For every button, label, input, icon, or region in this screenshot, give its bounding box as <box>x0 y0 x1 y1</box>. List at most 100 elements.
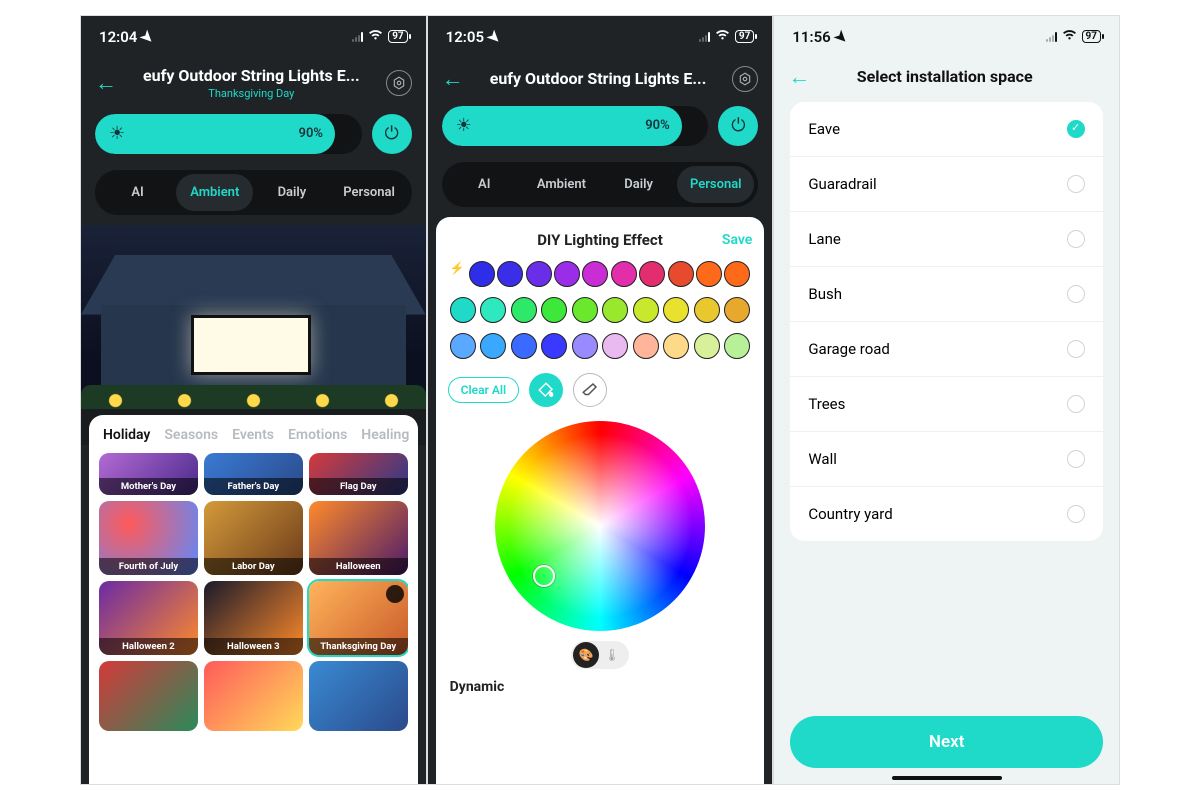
radio-icon <box>1067 340 1085 358</box>
cellular-icon <box>1046 32 1057 42</box>
save-button[interactable]: Save <box>722 232 752 248</box>
clock: 12:05 <box>446 28 484 46</box>
bulb-dot[interactable] <box>497 261 523 287</box>
cat-emotions[interactable]: Emotions <box>288 427 347 443</box>
power-button[interactable]: ⏻ <box>718 106 758 146</box>
bulb-dot[interactable] <box>526 261 552 287</box>
bulb-dot[interactable] <box>724 333 750 359</box>
bolt-icon: ⚡ <box>450 261 465 287</box>
preset-labor-day[interactable]: Labor Day <box>204 501 303 575</box>
bulb-dot[interactable] <box>611 261 637 287</box>
power-button[interactable]: ⏻ <box>372 114 412 154</box>
option-eave[interactable]: Eave <box>790 102 1103 157</box>
tab-personal[interactable]: Personal <box>331 174 408 211</box>
back-button[interactable]: ← <box>442 66 464 92</box>
option-country-yard[interactable]: Country yard <box>790 487 1103 541</box>
cat-holiday[interactable]: Holiday <box>103 427 150 443</box>
bulb-dot[interactable] <box>602 333 628 359</box>
bulb-dot[interactable] <box>582 261 608 287</box>
back-button[interactable]: ← <box>95 70 117 96</box>
settings-button[interactable] <box>732 66 758 92</box>
bulb-dot[interactable] <box>602 297 628 323</box>
bulb-dot[interactable] <box>696 261 722 287</box>
cat-healing[interactable]: Healing <box>361 427 409 443</box>
bulb-dot[interactable] <box>694 297 720 323</box>
brightness-slider[interactable]: ☀ 90% <box>442 106 709 146</box>
brightness-value: 90% <box>299 114 323 154</box>
radio-icon <box>1067 450 1085 468</box>
bulb-dot[interactable] <box>541 333 567 359</box>
back-button[interactable]: ← <box>788 64 810 90</box>
bulb-dot[interactable] <box>480 333 506 359</box>
brightness-slider[interactable]: ☀ 90% <box>95 114 362 154</box>
home-indicator[interactable] <box>892 776 1002 780</box>
tab-ambient[interactable]: Ambient <box>176 174 253 211</box>
color-cursor[interactable] <box>533 565 555 587</box>
bulb-dot[interactable] <box>511 333 537 359</box>
edit-icon[interactable]: ✎ <box>386 585 404 603</box>
settings-button[interactable] <box>386 70 412 96</box>
preset-halloween-3[interactable]: Halloween 3 <box>204 581 303 655</box>
page-title: eufy Outdoor String Lights E... <box>474 69 723 88</box>
tab-personal[interactable]: Personal <box>677 166 754 203</box>
preset-santa-3[interactable] <box>309 661 408 731</box>
tab-ai[interactable]: AI <box>99 174 176 211</box>
bulb-dot[interactable] <box>554 261 580 287</box>
bulb-dot[interactable] <box>572 297 598 323</box>
bulb-dot[interactable] <box>541 297 567 323</box>
clear-all-button[interactable]: Clear All <box>448 377 519 403</box>
bulb-dot[interactable] <box>668 261 694 287</box>
bulb-dot[interactable] <box>639 261 665 287</box>
bulb-dot[interactable] <box>663 297 689 323</box>
screen-diy-effect: 12:05 ➤ 97 ← eufy Outdoor String Lights … <box>427 15 774 785</box>
paint-bucket-button[interactable] <box>529 373 563 407</box>
preset-flag-day[interactable]: Flag Day <box>309 453 408 495</box>
bulb-dot[interactable] <box>572 333 598 359</box>
page-title: Select installation space <box>820 67 1069 86</box>
preset-category-tabs: Holiday Seasons Events Emotions Healing <box>99 427 408 453</box>
tab-daily[interactable]: Daily <box>253 174 330 211</box>
preset-fourth-of-july[interactable]: Fourth of July <box>99 501 198 575</box>
option-wall[interactable]: Wall <box>790 432 1103 487</box>
bulb-dot[interactable] <box>694 333 720 359</box>
bulb-dot[interactable] <box>450 297 476 323</box>
color-temp-toggle[interactable]: 🎨 🌡 <box>571 641 629 669</box>
bulb-dot[interactable] <box>633 333 659 359</box>
wifi-icon <box>368 29 383 44</box>
preset-santa-1[interactable] <box>99 661 198 731</box>
preset-fathers-day[interactable]: Father's Day <box>204 453 303 495</box>
bulb-dot[interactable] <box>724 261 750 287</box>
preset-santa-2[interactable] <box>204 661 303 731</box>
color-wheel[interactable] <box>495 421 705 631</box>
cat-events[interactable]: Events <box>232 427 274 443</box>
option-garage-road[interactable]: Garage road <box>790 322 1103 377</box>
tab-daily[interactable]: Daily <box>600 166 677 203</box>
bulb-dot[interactable] <box>450 333 476 359</box>
bulb-dot[interactable] <box>663 333 689 359</box>
bulb-row-1: ⚡ <box>450 261 751 287</box>
bulb-dot[interactable] <box>469 261 495 287</box>
eraser-button[interactable] <box>573 373 607 407</box>
preset-mothers-day[interactable]: Mother's Day <box>99 453 198 495</box>
bulb-dot[interactable] <box>633 297 659 323</box>
bulb-dot[interactable] <box>724 297 750 323</box>
bulb-dot[interactable] <box>511 297 537 323</box>
bulb-dot[interactable] <box>480 297 506 323</box>
header: ← eufy Outdoor String Lights E... <box>428 58 773 96</box>
option-lane[interactable]: Lane <box>790 212 1103 267</box>
brightness-row: ☀ 90% ⏻ <box>428 96 773 156</box>
header: ← Select installation space <box>774 58 1119 94</box>
wifi-icon <box>715 29 730 44</box>
tab-ai[interactable]: AI <box>446 166 523 203</box>
next-button[interactable]: Next <box>790 716 1103 768</box>
preset-halloween-2[interactable]: Halloween 2 <box>99 581 198 655</box>
option-trees[interactable]: Trees <box>790 377 1103 432</box>
cat-seasons[interactable]: Seasons <box>164 427 218 443</box>
option-bush[interactable]: Bush <box>790 267 1103 322</box>
option-guaradrail[interactable]: Guaradrail <box>790 157 1103 212</box>
tab-ambient[interactable]: Ambient <box>523 166 600 203</box>
preset-halloween[interactable]: Halloween <box>309 501 408 575</box>
screen-select-space: 11:56 ➤ 97 ← Select installation space E… <box>773 15 1120 785</box>
battery-icon: 97 <box>1082 30 1101 43</box>
preset-thanksgiving[interactable]: ✎Thanksgiving Day <box>309 581 408 655</box>
